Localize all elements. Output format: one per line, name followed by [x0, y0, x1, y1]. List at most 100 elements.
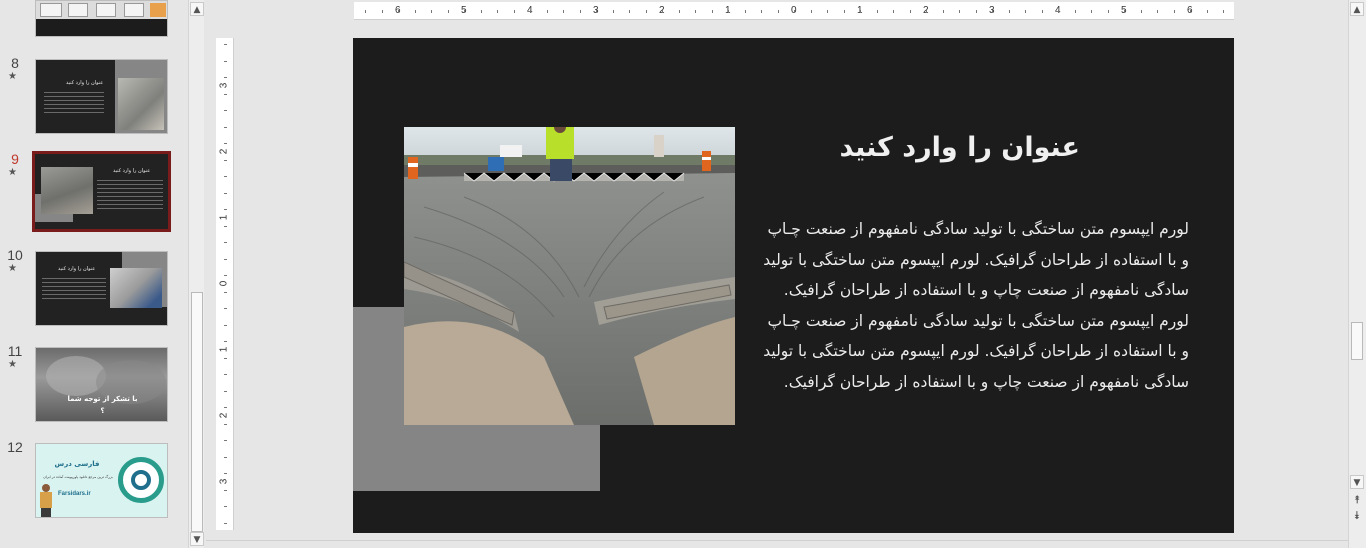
ruler-tick: [365, 10, 366, 13]
ruler-tick: [224, 77, 227, 78]
slide-scrollbar[interactable]: ▲ ▼ ⯭ ⯯: [1348, 0, 1366, 548]
ruler-tick: [959, 10, 960, 13]
scroll-down-button[interactable]: ▼: [1350, 475, 1364, 489]
slide-thumbnail[interactable]: فارسی درس بزرگ ترین مرجع دانلود پاورپوین…: [35, 443, 168, 518]
ruler-tick: [398, 10, 399, 13]
animation-star-icon: ★: [8, 71, 17, 82]
ruler-tick: [728, 10, 729, 13]
slide-thumbnail[interactable]: عنوان را وارد کنید: [35, 251, 168, 326]
slide-thumbnail-pane: 8 ★ عنوان را وارد کنید 9 ★ عنوان را وارد…: [0, 0, 188, 548]
ruler-tick: [695, 10, 696, 13]
ruler-tick: [1223, 10, 1224, 13]
horizontal-scroll-strip: [206, 540, 1348, 548]
ruler-tick-label: 3: [218, 82, 230, 89]
slide-thumbnail[interactable]: عنوان را وارد کنید: [35, 59, 168, 134]
ruler-tick: [224, 242, 227, 243]
ruler-tick: [224, 143, 227, 144]
ruler-tick-label: 0: [218, 280, 230, 287]
slide-body-text[interactable]: لورم ایپسوم متن ساختگی با تولید سادگی نا…: [743, 214, 1189, 397]
farsidars-logo: [118, 457, 164, 503]
ruler-tick: [1009, 10, 1010, 13]
ruler-tick: [448, 10, 449, 13]
body-line: سادگی نامفهوم از صنعت چاپ و با استفاده ا…: [783, 281, 1189, 299]
ruler-tick: [431, 10, 432, 13]
horizontal-ruler: 6543210123456: [354, 2, 1234, 20]
ruler-tick: [224, 226, 227, 227]
ruler-tick: [224, 275, 227, 276]
ruler-tick: [662, 10, 663, 13]
concrete-pouring-photo[interactable]: [404, 127, 735, 425]
slide-number: 8: [11, 55, 19, 71]
scrollbar-thumb[interactable]: [1351, 322, 1363, 360]
thumbnail-scrollbar[interactable]: ▲ ▼: [188, 0, 204, 548]
ruler-tick: [761, 10, 762, 13]
animation-star-icon: ★: [8, 359, 17, 370]
ruler-tick: [926, 10, 927, 13]
ruler-tick: [596, 10, 597, 13]
scroll-down-button[interactable]: ▼: [190, 532, 204, 546]
ruler-tick: [224, 160, 227, 161]
ruler-tick: [563, 10, 564, 13]
ruler-tick: [811, 10, 812, 13]
thumbnail-title: عنوان را وارد کنید: [66, 80, 104, 86]
ruler-tick: [1091, 10, 1092, 13]
scroll-up-button[interactable]: ▲: [190, 2, 204, 16]
ruler-tick: [860, 10, 861, 13]
slide-number: 9: [11, 151, 19, 167]
ruler-tick: [877, 10, 878, 13]
ruler-tick: [224, 127, 227, 128]
ruler-tick: [893, 10, 894, 13]
ruler-tick: [712, 10, 713, 13]
ruler-tick: [629, 10, 630, 13]
ruler-tick: [224, 473, 227, 474]
ruler-tick: [646, 10, 647, 13]
ruler-tick: [224, 341, 227, 342]
ruler-tick-label: 2: [218, 148, 230, 155]
animation-star-icon: ★: [8, 263, 17, 274]
ruler-tick: [224, 292, 227, 293]
ruler-tick: [224, 358, 227, 359]
ruler-tick: [224, 490, 227, 491]
scroll-up-button[interactable]: ▲: [1350, 2, 1364, 16]
slide-number: 12: [7, 439, 23, 455]
presenter-figure: [39, 484, 53, 517]
thumbnail-title: عنوان را وارد کنید: [113, 168, 151, 174]
slide-canvas[interactable]: عنوان را وارد کنید لورم ایپسوم متن ساختگ…: [353, 38, 1234, 533]
ruler-tick: [1025, 10, 1026, 13]
ruler-tick: [224, 61, 227, 62]
ruler-tick: [827, 10, 828, 13]
thumbnail-title: با تشکر از توجه شما: [67, 395, 138, 403]
body-line: سادگی نامفهوم از صنعت چاپ و با استفاده ا…: [783, 372, 1189, 391]
ruler-tick: [514, 10, 515, 13]
slide-thumbnail-7-partial[interactable]: [35, 0, 168, 37]
ruler-tick-label: 1: [218, 346, 230, 353]
slide-editing-area: 6543210123456 3 2 1 0 1 2 3: [206, 0, 1340, 548]
ruler-tick: [224, 523, 227, 524]
next-slide-button[interactable]: ⯯: [1350, 509, 1364, 523]
slide-thumbnail[interactable]: با تشکر از توجه شما ؟: [35, 347, 168, 422]
ruler-tick: [224, 391, 227, 392]
ruler-tick: [1058, 10, 1059, 13]
ruler-tick: [580, 10, 581, 13]
previous-slide-button[interactable]: ⯭: [1350, 493, 1364, 507]
ruler-tick: [224, 193, 227, 194]
scrollbar-thumb[interactable]: [191, 292, 203, 532]
ruler-tick: [992, 10, 993, 13]
brand-name: فارسی درس: [54, 460, 100, 468]
ruler-tick: [1108, 10, 1109, 13]
slide-thumbnail-selected[interactable]: عنوان را وارد کنید: [32, 151, 171, 232]
ruler-tick: [224, 94, 227, 95]
ruler-tick: [224, 424, 227, 425]
slide-title[interactable]: عنوان را وارد کنید: [753, 132, 1080, 163]
ruler-tick: [1174, 10, 1175, 13]
body-line: و با استفاده از طراحان گرافیک. لورم ایپس…: [763, 342, 1189, 360]
ruler-tick: [1141, 10, 1142, 13]
ruler-tick: [464, 10, 465, 13]
brand-site: Farsidars.ir: [58, 491, 91, 497]
ruler-tick: [224, 44, 227, 45]
ruler-tick: [1157, 10, 1158, 13]
ruler-tick-label: 2: [218, 412, 230, 419]
ruler-tick: [613, 10, 614, 13]
ruler-tick: [910, 10, 911, 13]
vertical-ruler: 3 2 1 0 1 2 3: [216, 38, 234, 530]
